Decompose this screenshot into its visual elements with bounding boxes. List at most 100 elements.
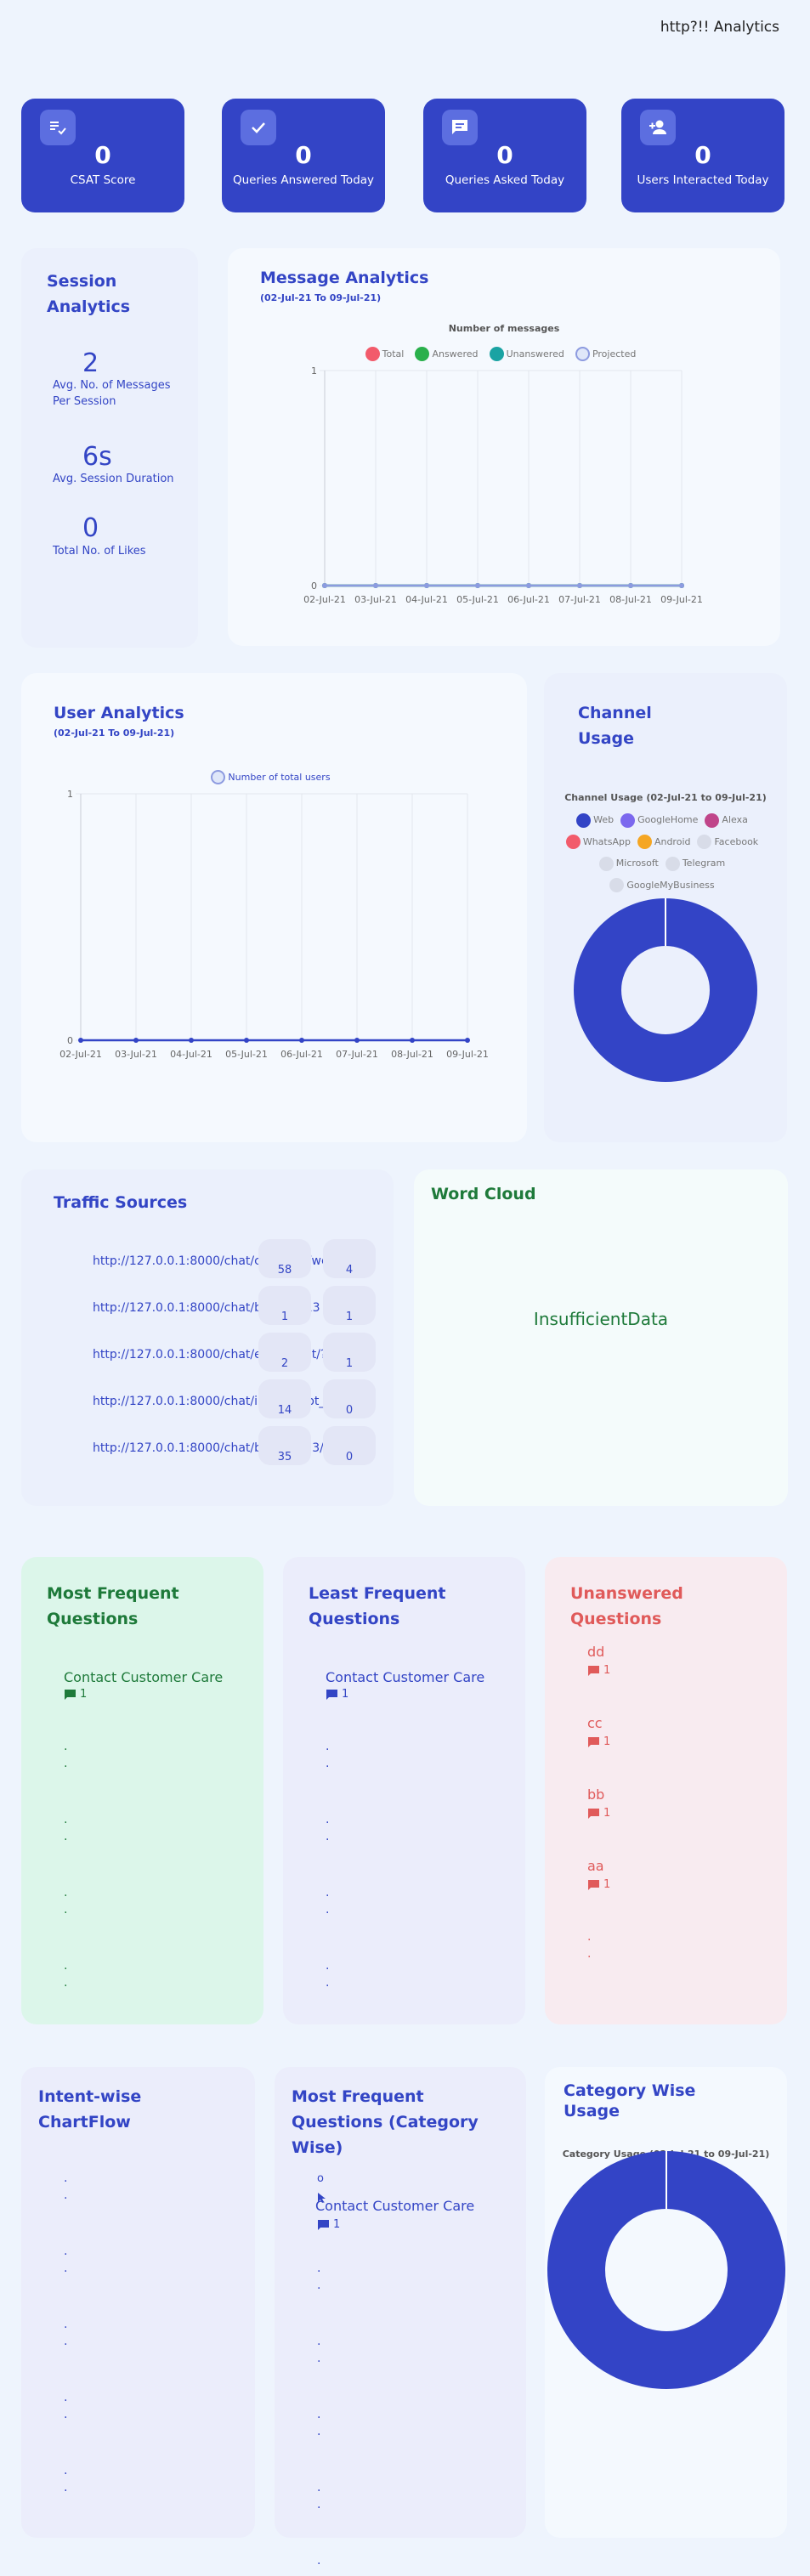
kpi-csat: 0 CSAT Score xyxy=(21,99,184,212)
dot-marker: · xyxy=(317,2557,321,2571)
data-point xyxy=(78,1038,83,1043)
dot-marker: · xyxy=(326,1816,330,1830)
dot-marker: · xyxy=(64,1889,68,1903)
dot-marker: · xyxy=(317,2282,321,2296)
data-point xyxy=(526,583,531,588)
dot-marker: · xyxy=(64,1760,68,1774)
x-tick-label: 08-Jul-21 xyxy=(391,1049,433,1060)
card-title: Least Frequent Questions xyxy=(309,1584,446,1628)
dot-marker: · xyxy=(317,2338,321,2352)
stat-value: 6s xyxy=(82,442,112,472)
question-count: 1 xyxy=(587,1735,610,1748)
question-count: 1 xyxy=(587,1807,610,1820)
dot-marker: · xyxy=(64,2394,68,2408)
chat-bubble-icon xyxy=(588,1665,599,1676)
dot-marker: · xyxy=(326,1743,330,1757)
x-tick-label: 02-Jul-21 xyxy=(59,1049,102,1060)
data-point xyxy=(410,1038,415,1043)
dot-marker: · xyxy=(326,1962,330,1976)
x-tick-label: 04-Jul-21 xyxy=(405,594,448,605)
channel-donut-chart xyxy=(574,898,757,1082)
y-tick-label: 1 xyxy=(311,365,317,376)
x-tick-label: 03-Jul-21 xyxy=(115,1049,157,1060)
dot-marker: · xyxy=(64,2411,68,2425)
least-frequent-card: Least Frequent Questions Contact Custome… xyxy=(283,1557,525,2024)
kpi-label: Queries Answered Today xyxy=(232,173,375,187)
stat-value: 0 xyxy=(82,513,99,543)
dot-marker: · xyxy=(317,2501,321,2515)
question-item[interactable]: bb xyxy=(587,1786,604,1803)
data-point xyxy=(133,1038,139,1043)
kpi-label: CSAT Score xyxy=(70,173,136,187)
message-analytics-card: Message Analytics (02-Jul-21 To 09-Jul-2… xyxy=(228,248,780,646)
x-tick-label: 02-Jul-21 xyxy=(303,594,346,605)
dot-marker: · xyxy=(317,2484,321,2498)
kpi-label: Queries Asked Today xyxy=(445,173,565,187)
traffic-count: 1 xyxy=(280,1311,289,1323)
stat-value: 2 xyxy=(82,348,99,378)
y-tick-label: 0 xyxy=(311,580,317,592)
question-item[interactable]: Contact Customer Care xyxy=(326,1669,484,1685)
card-title: Traffic Sources xyxy=(54,1193,188,1212)
most-frequent-card: Most Frequent Questions Contact Customer… xyxy=(21,1557,263,2024)
question-item[interactable]: dd xyxy=(587,1644,604,1660)
user-analytics-card: User Analytics (02-Jul-21 To 09-Jul-21) … xyxy=(21,673,527,1142)
question-item[interactable]: Contact Customer Care xyxy=(64,1669,223,1685)
list-check-icon xyxy=(40,110,76,145)
kpi-value: 0 xyxy=(94,141,111,169)
dot-marker: · xyxy=(64,2175,68,2188)
kpi-value: 0 xyxy=(694,141,711,169)
dot-marker: · xyxy=(64,2321,68,2335)
x-tick-label: 07-Jul-21 xyxy=(336,1049,378,1060)
stat-label: Avg. Session Duration xyxy=(53,473,174,485)
dot-marker: · xyxy=(64,2484,68,2498)
traffic-count: 1 xyxy=(345,1357,354,1370)
message-line-chart: 02-Jul-21 03-Jul-21 04-Jul-21 05-Jul-21 06-J… xyxy=(303,365,703,605)
data-point xyxy=(373,583,378,588)
data-point xyxy=(577,583,582,588)
x-tick-label: 07-Jul-21 xyxy=(558,594,601,605)
x-tick-label: 03-Jul-21 xyxy=(354,594,397,605)
dot-marker: · xyxy=(326,1906,330,1920)
y-tick-label: 1 xyxy=(67,789,73,800)
dot-marker: · xyxy=(64,1906,68,1920)
question-count: 1 xyxy=(64,1688,87,1701)
traffic-count: 2 xyxy=(280,1357,289,1370)
chat-bubble-icon xyxy=(318,2219,329,2230)
traffic-count: 35 xyxy=(277,1451,292,1464)
traffic-count-pill: 1 xyxy=(323,1286,376,1325)
traffic-count: 0 xyxy=(345,1404,354,1417)
traffic-count: 1 xyxy=(345,1311,354,1323)
kpi-label: Users Interacted Today xyxy=(637,173,769,187)
question-item[interactable]: aa xyxy=(587,1858,604,1874)
data-point xyxy=(354,1038,360,1043)
x-tick-label: 09-Jul-21 xyxy=(446,1049,489,1060)
question-item[interactable]: cc xyxy=(587,1715,603,1731)
channel-usage-card: Channel Usage Channel Usage (02-Jul-21 t… xyxy=(544,673,787,1142)
x-tick-label: 06-Jul-21 xyxy=(507,594,550,605)
kpi-users-interacted: 0 Users Interacted Today xyxy=(621,99,785,212)
kpi-queries-answered: 0 Queries Answered Today xyxy=(222,99,385,212)
traffic-count-pill: 0 xyxy=(323,1379,376,1418)
dot-marker: · xyxy=(64,2338,68,2352)
card-title: Unanswered Questions xyxy=(570,1584,683,1628)
traffic-count-pill: 1 xyxy=(258,1286,311,1325)
x-tick-label: 05-Jul-21 xyxy=(225,1049,268,1060)
chat-bubble-icon xyxy=(326,1689,337,1700)
data-point xyxy=(244,1038,249,1043)
question-item[interactable]: Contact Customer Care xyxy=(315,2198,474,2214)
person-add-icon xyxy=(640,110,676,145)
dot-marker: · xyxy=(317,2265,321,2279)
card-title: Intent-wise ChartFlow xyxy=(38,2087,142,2132)
data-point xyxy=(628,583,633,588)
card-title: Session Analytics xyxy=(47,272,131,316)
question-count: 1 xyxy=(587,1878,610,1891)
category-marker[interactable]: o xyxy=(317,2172,324,2185)
data-point xyxy=(679,583,684,588)
session-analytics-card: Session Analytics 2 Avg. No. of Messages… xyxy=(21,248,198,648)
x-tick-label: 05-Jul-21 xyxy=(456,594,499,605)
dot-marker: · xyxy=(64,2265,68,2279)
dot-marker: · xyxy=(326,1979,330,1993)
chat-bubble-icon xyxy=(588,1736,599,1747)
dot-marker: · xyxy=(64,1816,68,1830)
